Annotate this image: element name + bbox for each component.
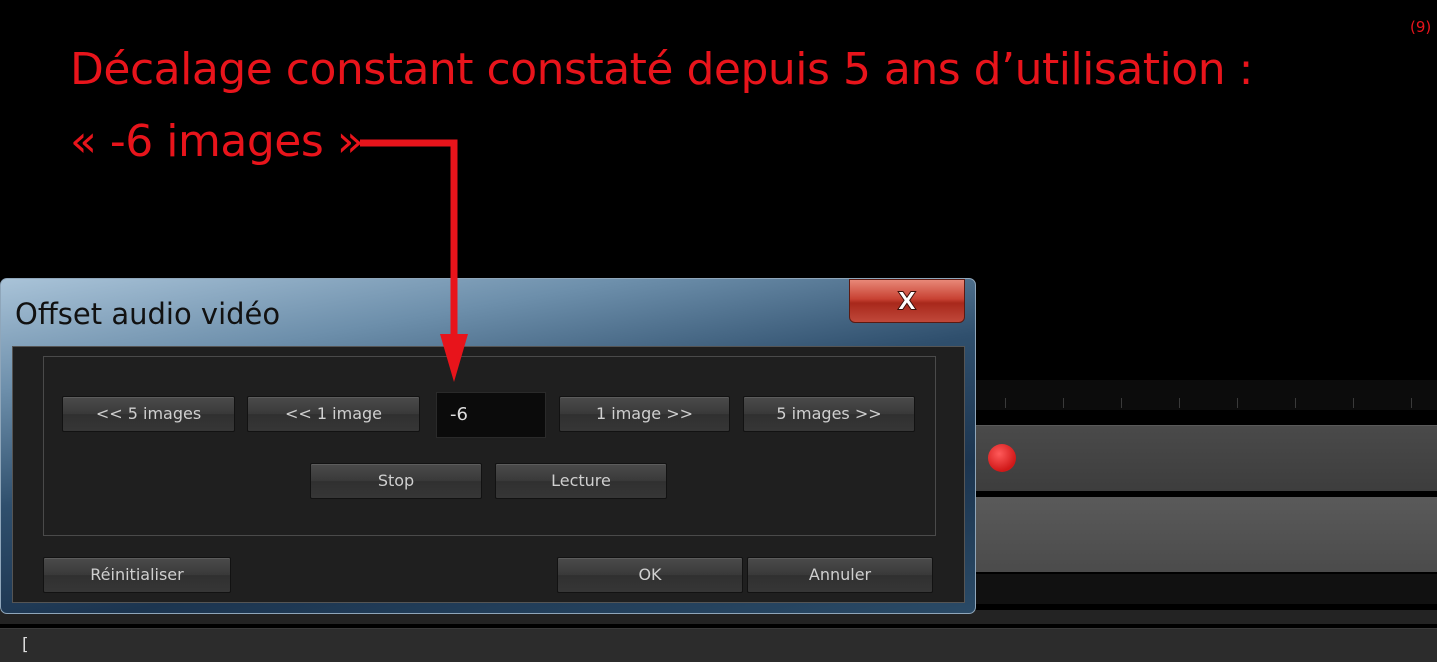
status-text: [: [22, 635, 29, 655]
offset-input[interactable]: -6: [436, 392, 546, 438]
timeline-track-2[interactable]: [975, 497, 1437, 572]
record-icon[interactable]: [988, 444, 1016, 472]
annotation-line-1: Décalage constant constaté depuis 5 ans …: [70, 44, 1253, 95]
timeline-track-1[interactable]: [975, 425, 1437, 491]
status-bar: [: [0, 628, 1437, 662]
play-button[interactable]: Lecture: [495, 463, 667, 499]
dialog-body: << 5 images << 1 image -6 1 image >> 5 i…: [12, 346, 965, 603]
offset-audio-video-dialog: Offset audio vidéo X << 5 images << 1 im…: [0, 278, 976, 614]
forward-5-images-button[interactable]: 5 images >>: [743, 396, 915, 432]
close-icon-glyph: X: [897, 287, 916, 316]
close-icon: X: [897, 286, 917, 316]
reset-button[interactable]: Réinitialiser: [43, 557, 231, 593]
back-1-image-button[interactable]: << 1 image: [247, 396, 420, 432]
annotation-line-2: « -6 images »: [70, 116, 364, 167]
timeline-ruler[interactable]: [975, 380, 1437, 410]
dialog-title: Offset audio vidéo: [15, 297, 281, 331]
stop-button[interactable]: Stop: [310, 463, 482, 499]
back-5-images-button[interactable]: << 5 images: [62, 396, 235, 432]
forward-1-image-button[interactable]: 1 image >>: [559, 396, 730, 432]
offset-controls-group: [43, 356, 936, 536]
ok-button[interactable]: OK: [557, 557, 743, 593]
figure-reference: (9): [1410, 18, 1432, 36]
close-button[interactable]: X: [849, 279, 965, 323]
cancel-button[interactable]: Annuler: [747, 557, 933, 593]
